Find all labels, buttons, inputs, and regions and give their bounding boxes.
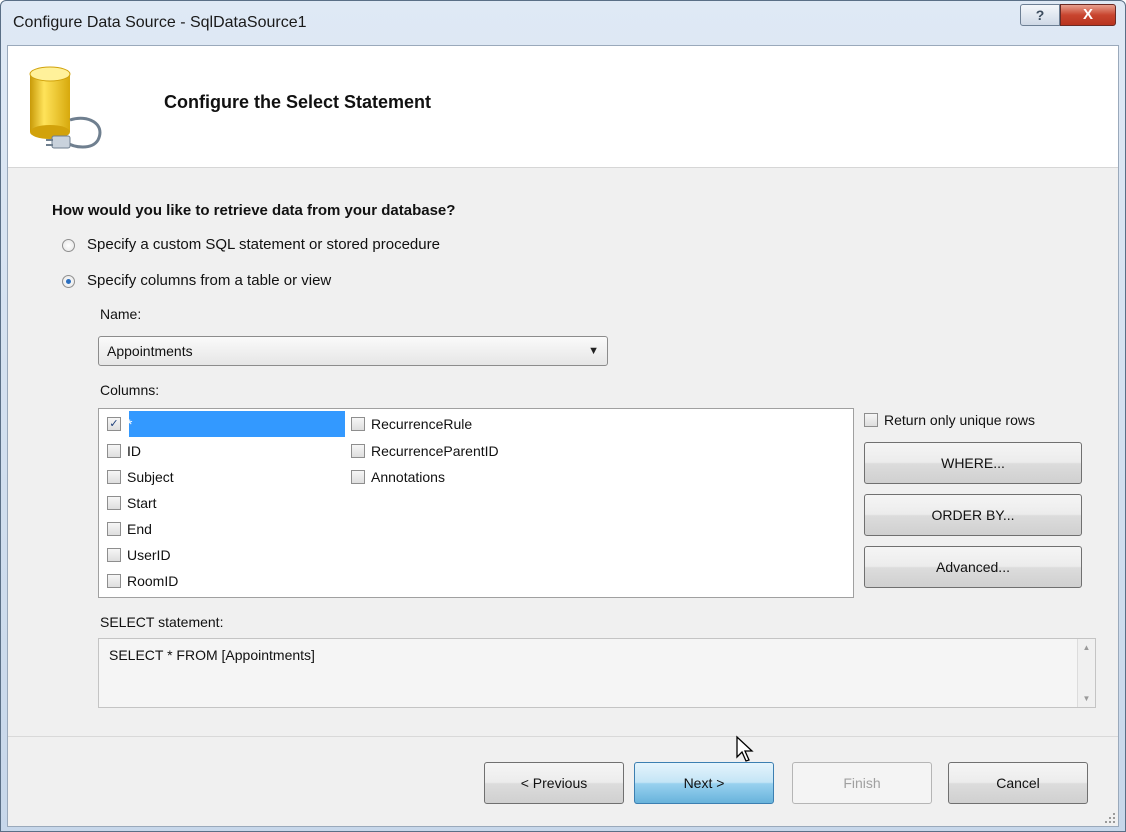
- dialog-window: Configure Data Source - SqlDataSource1 ?…: [0, 0, 1126, 832]
- statement-scrollbar[interactable]: ▲ ▼: [1077, 639, 1095, 707]
- where-button[interactable]: WHERE...: [864, 442, 1082, 484]
- retrieve-question: How would you like to retrieve data from…: [52, 202, 456, 219]
- column-label: End: [127, 521, 152, 537]
- custom-sql-label: Specify a custom SQL statement or stored…: [87, 236, 440, 253]
- mouse-pointer-icon: [736, 735, 754, 762]
- column-item-subject[interactable]: Subject: [107, 465, 174, 489]
- column-checkbox[interactable]: [351, 470, 365, 485]
- column-checkbox[interactable]: [351, 444, 365, 459]
- custom-sql-radio[interactable]: [62, 238, 75, 252]
- advanced-button[interactable]: Advanced...: [864, 546, 1082, 588]
- column-label: ID: [127, 443, 141, 459]
- column-item-annotations[interactable]: Annotations: [351, 465, 445, 489]
- select-statement-label: SELECT statement:: [100, 614, 224, 630]
- column-item-userid[interactable]: UserID: [107, 543, 171, 567]
- columns-label: Columns:: [100, 382, 160, 398]
- resize-grip-icon[interactable]: [1104, 812, 1116, 824]
- table-name-value: Appointments: [107, 343, 193, 359]
- order-by-button[interactable]: ORDER BY...: [864, 494, 1082, 536]
- selected-column-highlight: [129, 411, 345, 437]
- column-checkbox[interactable]: [351, 417, 365, 432]
- column-label: Subject: [127, 469, 174, 485]
- column-label: *: [127, 416, 133, 432]
- column-item-roomid[interactable]: RoomID: [107, 569, 178, 593]
- window-title: Configure Data Source - SqlDataSource1: [13, 14, 307, 31]
- select-statement-text: SELECT * FROM [Appointments]: [109, 647, 315, 663]
- title-bar[interactable]: Configure Data Source - SqlDataSource1 ?…: [1, 1, 1125, 45]
- column-label: Start: [127, 495, 157, 511]
- chevron-down-icon[interactable]: ▼: [588, 337, 599, 365]
- footer-divider: [8, 736, 1118, 737]
- column-item-end[interactable]: End: [107, 517, 152, 541]
- column-item-recurrencerule[interactable]: RecurrenceRule: [351, 412, 472, 436]
- custom-sql-option[interactable]: Specify a custom SQL statement or stored…: [62, 236, 440, 253]
- table-columns-radio[interactable]: [62, 274, 75, 288]
- column-checkbox[interactable]: [107, 470, 121, 485]
- scroll-up-icon[interactable]: ▲: [1078, 639, 1095, 656]
- database-plug-icon: [29, 66, 102, 149]
- column-checkbox[interactable]: [107, 522, 121, 537]
- column-checkbox[interactable]: [107, 574, 121, 589]
- column-checkbox[interactable]: [107, 444, 121, 459]
- column-checkbox[interactable]: ✓: [107, 417, 121, 432]
- columns-list[interactable]: ✓ * ID Subject Start End UserID RoomID Re…: [98, 408, 854, 598]
- column-label: Annotations: [371, 469, 445, 485]
- column-label: UserID: [127, 547, 171, 563]
- name-label: Name:: [100, 306, 142, 322]
- table-columns-option[interactable]: Specify columns from a table or view: [62, 272, 331, 289]
- column-item-id[interactable]: ID: [107, 439, 141, 463]
- close-button[interactable]: X: [1060, 4, 1116, 26]
- help-button[interactable]: ?: [1020, 4, 1060, 26]
- wizard-step-title: Configure the Select Statement: [164, 92, 432, 112]
- unique-rows-label: Return only unique rows: [884, 412, 1035, 428]
- column-item-recurrenceparentid[interactable]: RecurrenceParentID: [351, 439, 499, 463]
- next-button[interactable]: Next >: [634, 762, 774, 804]
- column-label: RecurrenceParentID: [371, 443, 499, 459]
- column-item-start[interactable]: Start: [107, 491, 157, 515]
- select-statement-box[interactable]: SELECT * FROM [Appointments] ▲ ▼: [98, 638, 1096, 708]
- column-item-star[interactable]: ✓ *: [107, 412, 132, 436]
- scroll-down-icon[interactable]: ▼: [1078, 690, 1095, 707]
- previous-button[interactable]: < Previous: [484, 762, 624, 804]
- wizard-header: Configure the Select Statement: [8, 46, 1118, 168]
- column-checkbox[interactable]: [107, 496, 121, 511]
- dialog-client-area: Configure the Select Statement How would…: [7, 45, 1119, 827]
- column-checkbox[interactable]: [107, 548, 121, 563]
- column-label: RoomID: [127, 573, 179, 589]
- finish-button: Finish: [792, 762, 932, 804]
- unique-rows-checkbox[interactable]: [864, 413, 878, 428]
- unique-rows-option[interactable]: Return only unique rows: [864, 412, 1035, 428]
- cancel-button[interactable]: Cancel: [948, 762, 1088, 804]
- column-label: RecurrenceRule: [371, 416, 473, 432]
- table-name-dropdown[interactable]: Appointments ▼: [98, 336, 608, 366]
- table-columns-label: Specify columns from a table or view: [87, 272, 332, 289]
